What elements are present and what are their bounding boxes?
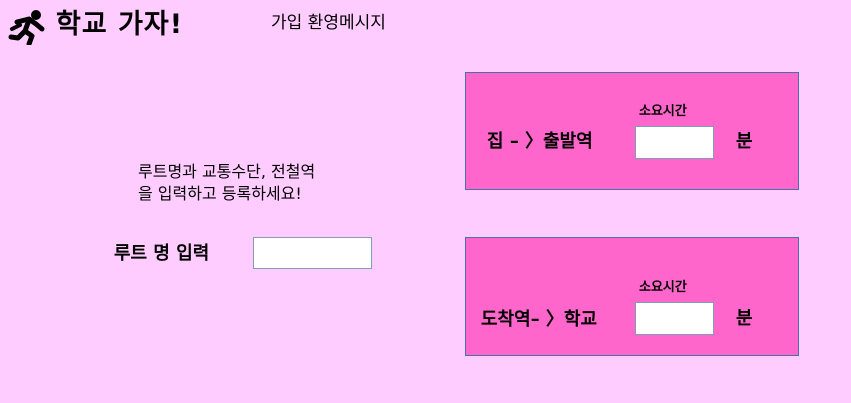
home-to-departure-panel: 집 – 〉출발역 소요시간 분 [465,72,799,190]
travel-time-caption: 소요시간 [639,104,687,119]
arrival-to-school-label: 도착역– 〉학교 [481,309,598,330]
travel-time-caption: 소요시간 [639,280,687,295]
home-to-departure-time-input[interactable] [635,126,714,159]
home-to-departure-label: 집 – 〉출발역 [487,131,593,152]
app-title: 학교 가자! [56,9,184,40]
running-person-icon [8,10,45,45]
arrival-to-school-time-input[interactable] [635,302,714,335]
welcome-message: 가입 환영메시지 [271,13,386,33]
route-instructions: 루트명과 교통수단, 전철역을 입력하고 등록하세요! [138,162,316,203]
minutes-unit-label: 분 [736,131,753,152]
arrival-to-school-panel: 도착역– 〉학교 소요시간 분 [465,237,799,356]
route-name-label: 루트 명 입력 [114,243,210,264]
minutes-unit-label: 분 [736,308,753,329]
route-name-input[interactable] [253,237,372,269]
